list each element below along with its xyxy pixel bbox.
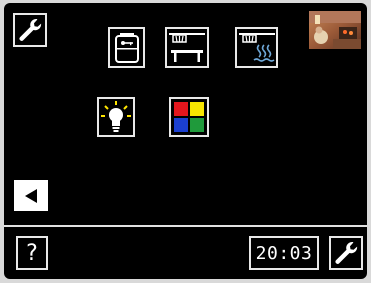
footer-settings-button[interactable] xyxy=(329,236,363,270)
control-screen: ? 20:03 xyxy=(4,3,367,279)
left-arrow-icon xyxy=(25,188,37,203)
clock-display[interactable]: 20:03 xyxy=(249,236,319,270)
camera-thumbnail[interactable] xyxy=(309,11,361,49)
sauna-bench-button[interactable] xyxy=(165,27,209,68)
light-bulb-icon xyxy=(101,101,131,132)
lighting-button[interactable] xyxy=(97,97,135,137)
color-light-icon xyxy=(174,102,204,132)
help-label: ? xyxy=(26,240,38,266)
sauna-stove-icon xyxy=(114,32,139,63)
color-light-button[interactable] xyxy=(169,97,209,137)
sauna-heater-button[interactable] xyxy=(108,27,145,68)
camera-thumbnail-icon xyxy=(309,11,361,49)
footer-divider xyxy=(4,225,367,227)
steam-icon xyxy=(238,32,275,62)
settings-button[interactable] xyxy=(13,13,47,47)
steam-bath-button[interactable] xyxy=(235,27,278,68)
wrench-icon xyxy=(19,18,42,41)
bench-lamp-icon xyxy=(169,32,205,62)
help-button[interactable]: ? xyxy=(16,236,48,270)
back-button[interactable] xyxy=(14,180,48,211)
wrench-icon xyxy=(335,241,358,264)
